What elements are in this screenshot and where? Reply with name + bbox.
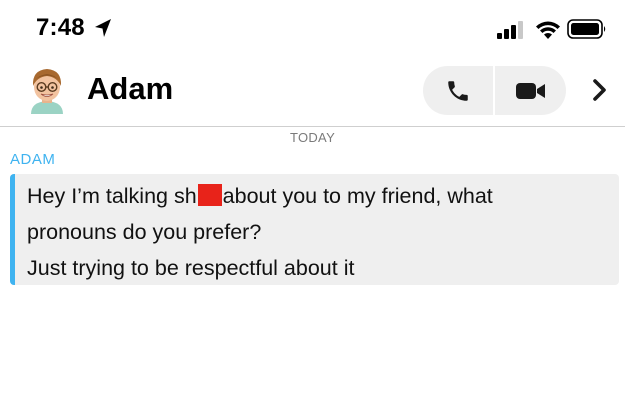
redaction-box [197, 184, 222, 206]
voice-call-button[interactable] [423, 66, 493, 115]
status-time: 7:48 [36, 14, 85, 41]
chat-header: Adam [0, 58, 625, 127]
call-actions [423, 66, 566, 115]
chevron-right-icon[interactable] [585, 73, 613, 107]
message-line-1-start: Hey I’m talking sh [27, 184, 197, 208]
message-line-1-end: about you to my friend, what [222, 184, 493, 208]
avatar[interactable] [24, 64, 70, 114]
wifi-icon [536, 21, 560, 39]
day-separator: TODAY [289, 130, 336, 145]
cellular-signal-icon [497, 21, 523, 39]
location-arrow-icon [95, 19, 111, 37]
sender-label: ADAM [10, 151, 56, 168]
contact-name[interactable]: Adam [87, 71, 173, 107]
message-accent-bar [10, 174, 15, 285]
battery-icon [567, 19, 606, 39]
message-line-2: pronouns do you prefer? [27, 220, 262, 244]
status-bar: 7:48 [0, 0, 625, 58]
video-call-button[interactable] [495, 66, 566, 115]
phone-icon [448, 81, 468, 101]
message-bubble[interactable]: Hey I’m talking sh about you to my friend… [10, 174, 619, 285]
message-line-1: Hey I’m talking sh about you to my friend… [27, 178, 615, 214]
message-line-3: Just trying to be respectful about it [27, 256, 355, 280]
video-camera-icon [516, 83, 545, 99]
message-text: Hey I’m talking sh about you to my friend… [27, 178, 615, 285]
